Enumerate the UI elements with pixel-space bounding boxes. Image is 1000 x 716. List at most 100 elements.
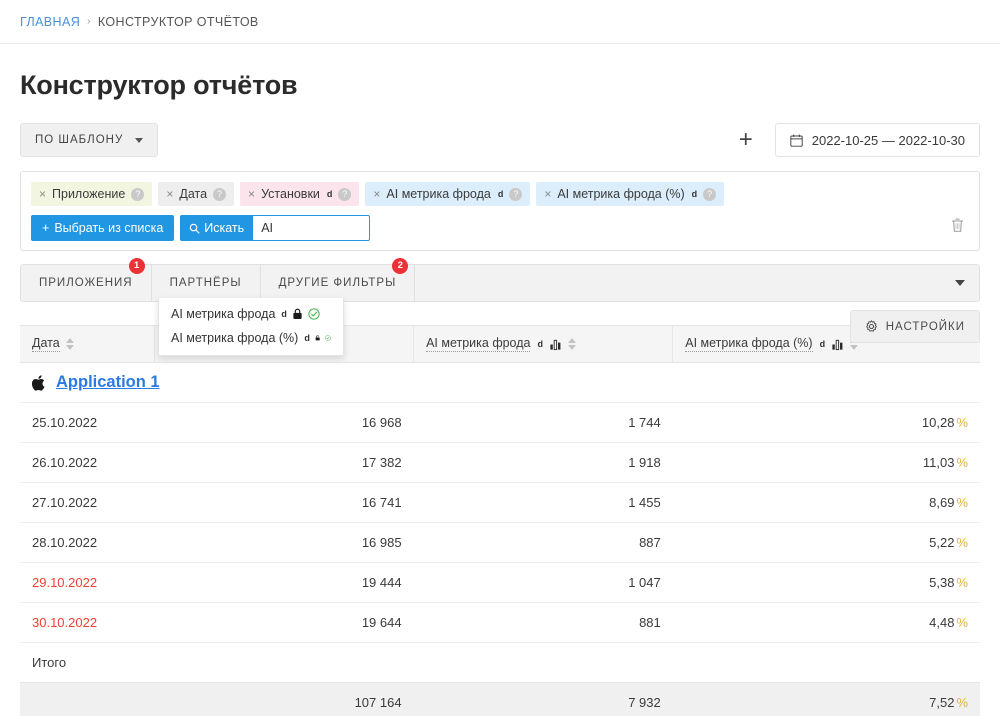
cell-installs: 16 985 xyxy=(154,523,413,563)
breadcrumb-current: КОНСТРУКТОР ОТЧЁТОВ xyxy=(98,15,259,29)
cell-date: 30.10.2022 xyxy=(20,603,154,643)
lock-closed-icon xyxy=(292,308,303,320)
column-header-label[interactable]: Дата xyxy=(32,336,60,352)
table-row: 28.10.202216 985887 5,22% xyxy=(20,523,980,563)
search-group: Искать xyxy=(180,215,370,241)
date-range-picker[interactable]: 2022-10-25 — 2022-10-30 xyxy=(775,123,980,157)
breadcrumb-separator: › xyxy=(87,16,91,27)
cell-installs: 17 382 xyxy=(154,443,413,483)
cell-fraud: 887 xyxy=(414,523,673,563)
fraud-pct-value: 11,03 xyxy=(923,455,955,470)
tabs-expand-caret-icon[interactable] xyxy=(955,280,965,286)
bar-chart-icon[interactable] xyxy=(549,338,562,351)
lock-open-icon xyxy=(315,332,320,344)
chip-remove-icon[interactable]: × xyxy=(544,188,551,200)
page-container: Конструктор отчётов ПО ШАБЛОНУ + 2022-10… xyxy=(0,70,1000,716)
fraud-pct-value: 5,38 xyxy=(929,575,954,590)
suggestion-label: AI метрика фрода (%) xyxy=(171,331,298,345)
table-row: 27.10.202216 7411 4558,69% xyxy=(20,483,980,523)
delete-filters-button[interactable] xyxy=(950,217,965,238)
settings-button[interactable]: НАСТРОЙКИ xyxy=(850,310,980,343)
tab-other-filters[interactable]: ДРУГИЕ ФИЛЬТРЫ2 xyxy=(261,265,416,301)
date-range-label: 2022-10-25 — 2022-10-30 xyxy=(812,133,965,148)
column-daily-superscript: d xyxy=(537,339,543,349)
breadcrumb: ГЛАВНАЯ › КОНСТРУКТОР ОТЧЁТОВ xyxy=(0,0,1000,44)
cell-installs: 19 444 xyxy=(154,563,413,603)
bar-chart-icon[interactable] xyxy=(831,338,844,351)
percent-symbol: % xyxy=(956,535,968,550)
help-icon[interactable]: ? xyxy=(509,188,522,201)
help-icon[interactable]: ? xyxy=(213,188,226,201)
apple-icon xyxy=(32,374,47,392)
total-installs: 107 164 xyxy=(154,683,413,716)
cell-date: 26.10.2022 xyxy=(20,443,154,483)
search-button-label: Искать xyxy=(204,221,244,235)
report-table: ДатаУстановкиdAI метрика фродаdAI метрик… xyxy=(20,325,980,716)
template-dropdown-button[interactable]: ПО ШАБЛОНУ xyxy=(20,123,158,157)
suggestion-label: AI метрика фрода xyxy=(171,307,275,321)
cell-date: 25.10.2022 xyxy=(20,403,154,443)
filter-chip[interactable]: ×AI метрика фрода (%)d? xyxy=(536,182,724,206)
choose-from-list-button[interactable]: + Выбрать из списка xyxy=(31,215,174,241)
plus-icon: + xyxy=(42,221,49,235)
cell-fraud: 1 918 xyxy=(414,443,673,483)
chip-daily-superscript: d xyxy=(327,189,333,199)
cell-fraud: 1 047 xyxy=(414,563,673,603)
application-link[interactable]: Application 1 xyxy=(56,373,160,392)
check-circle-icon[interactable] xyxy=(308,308,320,320)
fraud-pct-value: 5,22 xyxy=(929,535,954,550)
cell-fraud-pct: 11,03% xyxy=(673,443,980,483)
tab-applications[interactable]: ПРИЛОЖЕНИЯ1 xyxy=(21,265,152,301)
chip-label: Дата xyxy=(179,187,207,201)
chip-label: Приложение xyxy=(52,187,125,201)
chip-remove-icon[interactable]: × xyxy=(39,188,46,200)
cell-fraud-pct: 8,69% xyxy=(673,483,980,523)
template-dropdown-label: ПО ШАБЛОНУ xyxy=(35,134,123,146)
breadcrumb-home-link[interactable]: ГЛАВНАЯ xyxy=(20,15,80,29)
tab-badge: 2 xyxy=(392,258,408,274)
total-fraud-pct-value: 7,52 xyxy=(929,695,954,710)
sort-toggle[interactable] xyxy=(66,338,74,350)
column-header-label[interactable]: AI метрика фрода (%) xyxy=(685,336,812,352)
chip-remove-icon[interactable]: × xyxy=(248,188,255,200)
fraud-pct-value: 4,48 xyxy=(929,615,954,630)
cell-fraud-pct: 4,48% xyxy=(673,603,980,643)
cell-fraud: 1 455 xyxy=(414,483,673,523)
plus-icon[interactable]: + xyxy=(739,128,753,152)
chevron-down-icon xyxy=(135,138,143,143)
help-icon[interactable]: ? xyxy=(703,188,716,201)
filter-chip[interactable]: ×AI метрика фродаd? xyxy=(365,182,530,206)
cell-installs: 16 968 xyxy=(154,403,413,443)
filter-search-row: + Выбрать из списка Искать xyxy=(31,215,969,241)
search-button[interactable]: Искать xyxy=(180,215,253,241)
filter-chip[interactable]: ×Установкиd? xyxy=(240,182,359,206)
suggestion-daily-superscript: d xyxy=(304,333,310,343)
cell-date: 28.10.2022 xyxy=(20,523,154,563)
table-row: 26.10.202217 3821 91811,03% xyxy=(20,443,980,483)
cell-installs: 19 644 xyxy=(154,603,413,643)
column-header: AI метрика фрода d xyxy=(414,326,673,363)
total-label: Итого xyxy=(20,643,154,683)
tab-label: ПРИЛОЖЕНИЯ xyxy=(39,277,133,289)
sort-toggle[interactable] xyxy=(568,338,576,350)
percent-symbol: % xyxy=(956,615,968,630)
check-circle-icon[interactable] xyxy=(325,332,331,344)
table-row: 30.10.202219 6448814,48% xyxy=(20,603,980,643)
toolbar: ПО ШАБЛОНУ + 2022-10-25 — 2022-10-30 xyxy=(20,123,980,157)
suggestion-item[interactable]: AI метрика фрода (%) d xyxy=(159,326,343,350)
chip-remove-icon[interactable]: × xyxy=(373,188,380,200)
suggestion-item[interactable]: AI метрика фродаd xyxy=(159,302,343,326)
total-values-row: 107 1647 9327,52% xyxy=(20,683,980,716)
filter-chip[interactable]: × Приложение? xyxy=(31,182,152,206)
column-header-label[interactable]: AI метрика фрода xyxy=(426,336,530,352)
filter-chip[interactable]: × Дата? xyxy=(158,182,234,206)
help-icon[interactable]: ? xyxy=(131,188,144,201)
help-icon[interactable]: ? xyxy=(338,188,351,201)
chip-remove-icon[interactable]: × xyxy=(166,188,173,200)
choose-from-list-label: Выбрать из списка xyxy=(54,221,163,235)
settings-button-label: НАСТРОЙКИ xyxy=(886,321,965,333)
search-input[interactable] xyxy=(253,215,370,241)
total-empty-cell xyxy=(20,683,154,716)
cell-fraud: 1 744 xyxy=(414,403,673,443)
tab-partners[interactable]: ПАРТНЁРЫ xyxy=(152,265,261,301)
